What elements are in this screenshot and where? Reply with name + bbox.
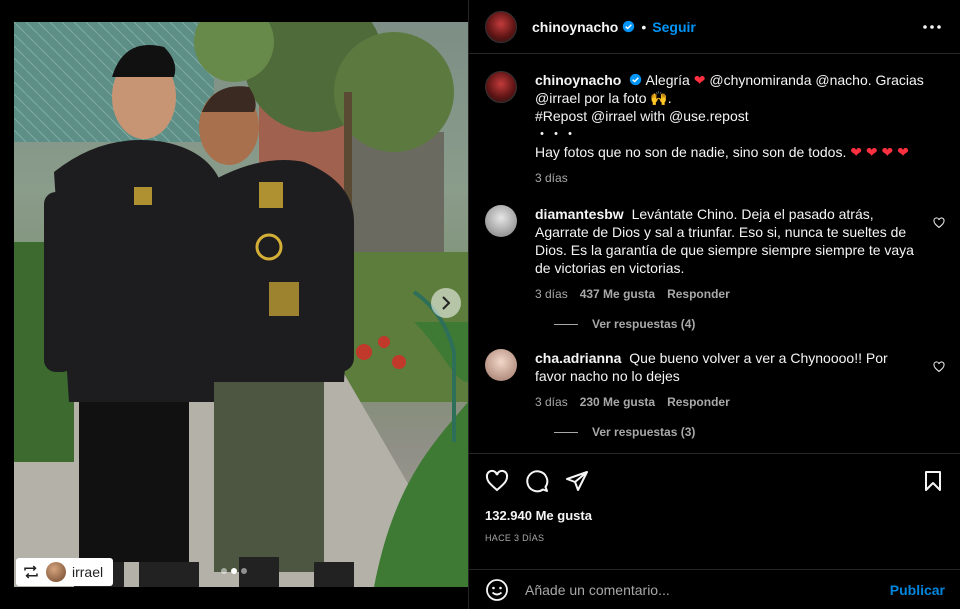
comment-body: cha.adrianna Que bueno volver a ver a Ch… xyxy=(535,349,915,411)
post-date: HACE 3 DÍAS xyxy=(485,533,545,543)
caption-repost-line: #Repost @irrael with @use.repost xyxy=(535,108,749,124)
replies-divider xyxy=(554,323,578,325)
add-comment-bar: Publicar xyxy=(469,569,960,609)
comment-time[interactable]: 3 días xyxy=(535,285,568,303)
author-username[interactable]: chinoynacho xyxy=(532,19,618,35)
comment-username[interactable]: cha.adrianna xyxy=(535,350,621,366)
comment-input[interactable] xyxy=(525,581,890,598)
view-replies-label: Ver respuestas (3) xyxy=(592,425,696,439)
heart-emoji: ❤ xyxy=(693,72,706,88)
like-comment-heart-icon[interactable] xyxy=(933,361,945,373)
chevron-right-icon xyxy=(442,296,451,310)
carousel-next-button[interactable] xyxy=(431,288,461,318)
share-send-icon[interactable] xyxy=(565,469,589,493)
comment-row: diamantesbw Levántate Chino. Deja el pas… xyxy=(485,205,945,303)
caption-timestamp: 3 días xyxy=(535,171,568,185)
post-header: chinoynacho • Seguir xyxy=(469,0,960,54)
publish-button[interactable]: Publicar xyxy=(890,582,945,598)
caption-dots: ・・・ xyxy=(535,126,577,142)
like-comment-heart-icon[interactable] xyxy=(933,217,945,229)
carousel-dot xyxy=(241,568,247,574)
save-bookmark-icon[interactable] xyxy=(921,469,945,493)
post-media-panel: irrael xyxy=(0,0,468,609)
follow-button[interactable]: Seguir xyxy=(652,19,696,35)
comment-likes[interactable]: 437 Me gusta xyxy=(580,285,655,303)
replies-divider xyxy=(554,431,578,433)
comments-list[interactable]: chinoynacho Alegría ❤ @chynomiranda @nac… xyxy=(469,55,960,453)
view-replies-button[interactable]: Ver respuestas (4) xyxy=(554,317,945,331)
more-options-button[interactable] xyxy=(920,15,944,39)
comment-username[interactable]: diamantesbw xyxy=(535,206,624,222)
caption-row: chinoynacho Alegría ❤ @chynomiranda @nac… xyxy=(485,71,945,187)
caption-body: chinoynacho Alegría ❤ @chynomiranda @nac… xyxy=(535,71,945,187)
carousel-dot-active xyxy=(231,568,237,574)
comment-likes[interactable]: 230 Me gusta xyxy=(580,393,655,411)
view-replies-label: Ver respuestas (4) xyxy=(592,317,696,331)
commenter-avatar[interactable] xyxy=(485,205,517,237)
comment-meta: 3 días 437 Me gusta Responder xyxy=(535,285,915,303)
reply-button[interactable]: Responder xyxy=(667,393,730,411)
author-avatar[interactable] xyxy=(485,10,517,43)
more-icon xyxy=(923,24,941,29)
verified-badge-icon xyxy=(623,20,635,33)
comment-body: diamantesbw Levántate Chino. Deja el pas… xyxy=(535,205,915,303)
comment-time[interactable]: 3 días xyxy=(535,393,568,411)
post-details-panel: chinoynacho • Seguir chinoynacho Alegría… xyxy=(468,0,960,609)
verified-badge-icon xyxy=(630,73,642,86)
carousel-dot xyxy=(221,568,227,574)
caption-author-avatar[interactable] xyxy=(485,71,517,103)
post-photo[interactable] xyxy=(14,22,468,587)
like-heart-icon[interactable] xyxy=(485,469,509,493)
header-separator: • xyxy=(641,18,647,35)
caption-quote: Hay fotos que no son de nadie, sino son … xyxy=(535,144,847,160)
comment-bubble-icon[interactable] xyxy=(525,469,549,493)
photo-illustration xyxy=(14,22,468,587)
reply-button[interactable]: Responder xyxy=(667,285,730,303)
post-actions: 132.940 Me gusta HACE 3 DÍAS xyxy=(469,453,960,559)
likes-count[interactable]: 132.940 Me gusta xyxy=(485,508,945,523)
comment-meta: 3 días 230 Me gusta Responder xyxy=(535,393,915,411)
caption-username[interactable]: chinoynacho xyxy=(535,72,621,88)
caption-hearts: ❤ ❤ ❤ ❤ xyxy=(850,144,909,160)
view-replies-button[interactable]: Ver respuestas (3) xyxy=(554,425,945,439)
commenter-avatar[interactable] xyxy=(485,349,517,381)
caption-text: Alegría xyxy=(645,72,690,88)
action-icons xyxy=(485,466,945,496)
emoji-icon[interactable] xyxy=(485,578,509,602)
carousel-dots xyxy=(0,568,468,574)
comment-row: cha.adrianna Que bueno volver a ver a Ch… xyxy=(485,349,945,411)
